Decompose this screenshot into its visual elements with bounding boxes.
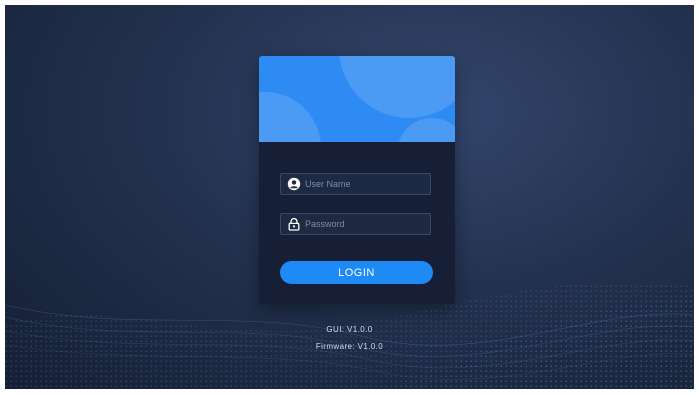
password-field[interactable] bbox=[280, 213, 431, 235]
login-card: LOGIN bbox=[259, 56, 455, 304]
login-button[interactable]: LOGIN bbox=[280, 261, 433, 284]
login-screen: LOGIN GUI: V1.0.0 Firmware: V1.0.0 bbox=[5, 5, 694, 389]
password-input[interactable] bbox=[305, 214, 427, 234]
banner-circle bbox=[339, 56, 455, 118]
firmware-version: Firmware: V1.0.0 bbox=[315, 342, 384, 351]
lock-icon bbox=[288, 217, 300, 231]
username-input[interactable] bbox=[305, 174, 427, 194]
banner-circle bbox=[397, 118, 455, 142]
banner-circle bbox=[259, 92, 321, 142]
username-field[interactable] bbox=[280, 173, 431, 195]
login-banner bbox=[259, 56, 455, 142]
gui-version: GUI: V1.0.0 bbox=[326, 325, 373, 334]
user-icon bbox=[287, 177, 301, 191]
